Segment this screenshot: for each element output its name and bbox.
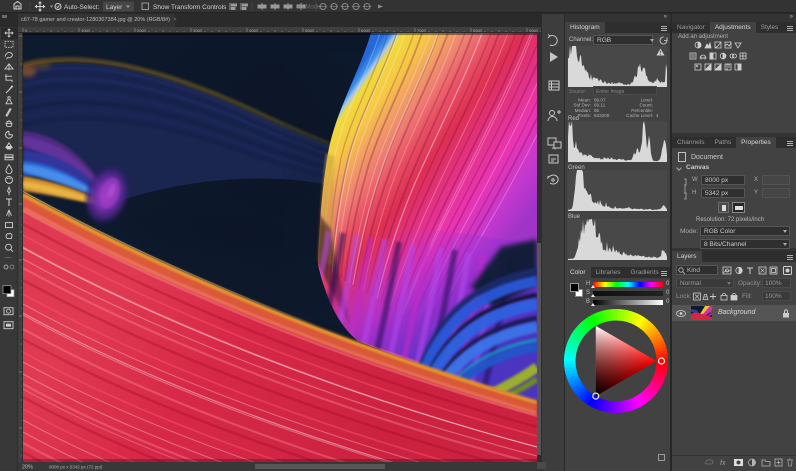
svg-text:Pixels:: Pixels: (577, 113, 591, 118)
svg-text:Show Transform Controls: Show Transform Controls (153, 4, 227, 11)
svg-text:20%: 20% (22, 465, 33, 471)
svg-text:643200: 643200 (594, 113, 610, 118)
svg-text:Source:: Source: (569, 89, 586, 95)
svg-text:Cache Level:: Cache Level: (626, 113, 653, 118)
svg-text:…: … (5, 254, 11, 260)
svg-text:3D Mode:: 3D Mode: (296, 5, 322, 11)
svg-text:Auto-Select:: Auto-Select: (64, 4, 100, 11)
svg-text:fx: fx (720, 460, 726, 467)
svg-text:Layer: Layer (106, 4, 123, 11)
svg-text:8000 px x 5342 px (72 ppi): 8000 px x 5342 px (72 ppi) (49, 464, 103, 469)
svg-text:Entire Image: Entire Image (596, 89, 625, 95)
svg-text:4: 4 (656, 113, 659, 118)
